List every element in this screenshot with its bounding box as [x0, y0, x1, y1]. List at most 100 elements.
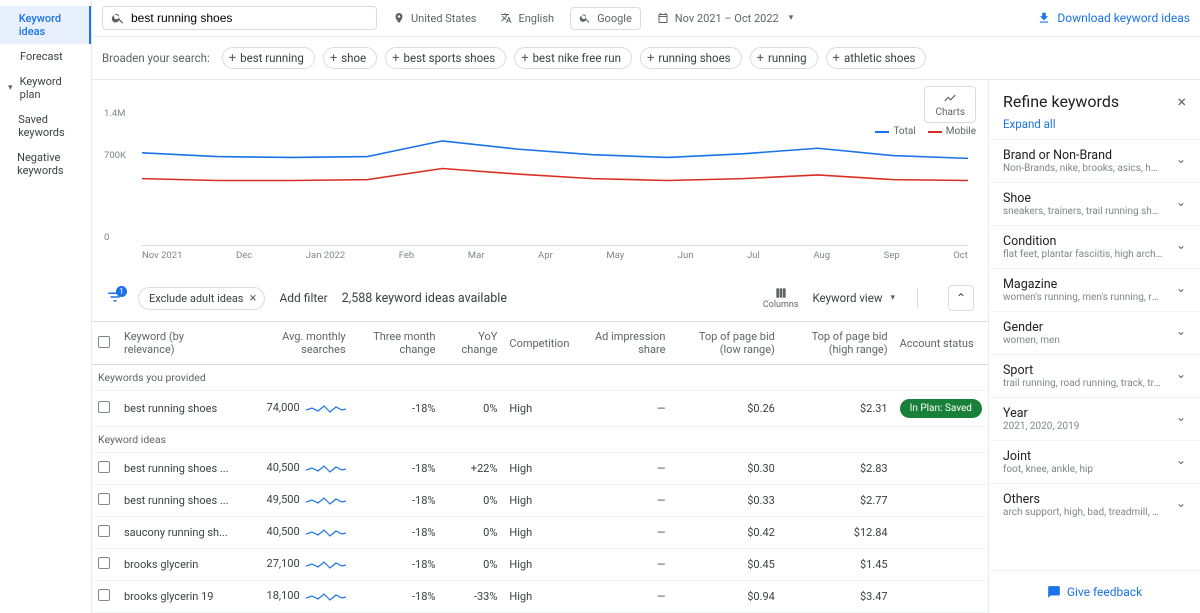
- language-selector[interactable]: English: [492, 8, 562, 29]
- facet-gender[interactable]: Genderwomen, men⌄: [989, 311, 1200, 354]
- cell-keyword: best running shoes: [118, 391, 240, 427]
- table-row[interactable]: best running shoes ...49,500-18%0%High—$…: [92, 485, 988, 517]
- chip-best-sports-shoes[interactable]: +best sports shoes: [385, 47, 506, 69]
- table-row[interactable]: best running shoes ...40,500-18%+22%High…: [92, 453, 988, 485]
- cell-low-bid: $0.45: [671, 549, 780, 581]
- network-selector[interactable]: Google: [570, 7, 641, 30]
- facet-subtitle: foot, knee, ankle, hip: [1003, 464, 1093, 475]
- facet-title: Brand or Non-Brand: [1003, 148, 1163, 163]
- view-selector[interactable]: Keyword view▾: [812, 291, 895, 305]
- nav-saved-keywords[interactable]: Saved keywords: [0, 107, 91, 145]
- cell-high-bid: $1.45: [781, 549, 894, 581]
- col-searches[interactable]: Avg. monthly searches: [240, 322, 351, 365]
- cell-searches: 18,100: [240, 581, 351, 613]
- col-high-bid[interactable]: Top of page bid (high range): [781, 322, 894, 365]
- cell-high-bid: $2.83: [781, 453, 894, 485]
- x-tick: Sep: [884, 250, 900, 261]
- cell-low-bid: $0.94: [671, 581, 780, 613]
- refine-title: Refine keywords: [1003, 92, 1119, 111]
- col-ad-impr[interactable]: Ad impression share: [575, 322, 671, 365]
- section-provided: Keywords you provided: [92, 365, 988, 391]
- y-tick: 1.4M: [104, 108, 125, 119]
- results-toolbar: 1 Exclude adult ideas × Add filter 2,588…: [92, 275, 988, 322]
- facet-others[interactable]: Othersarch support, high, bad, treadmill…: [989, 483, 1200, 526]
- facet-subtitle: arch support, high, bad, treadmill, shoc…: [1003, 507, 1163, 518]
- chip-running-shoes[interactable]: +running shoes: [640, 47, 742, 69]
- select-all-checkbox[interactable]: [98, 336, 110, 348]
- location-selector[interactable]: United States: [385, 8, 484, 29]
- nav-forecast[interactable]: Forecast: [0, 44, 91, 69]
- cell-yoy: 0%: [441, 391, 503, 427]
- search-input[interactable]: [131, 11, 368, 25]
- cell-three-month: -18%: [352, 581, 442, 613]
- refine-panel: Refine keywords × Expand all Brand or No…: [988, 80, 1200, 613]
- close-icon[interactable]: ×: [1177, 92, 1186, 111]
- table-row[interactable]: brooks glycerin27,100-18%0%High—$0.45$1.…: [92, 549, 988, 581]
- x-tick: Mar: [468, 250, 485, 261]
- table-row[interactable]: brooks glycerin 1918,100-18%-33%High—$0.…: [92, 581, 988, 613]
- facet-subtitle: Non-Brands, nike, brooks, asics, hoka: [1003, 163, 1163, 174]
- facet-magazine[interactable]: Magazinewomen's running, men's running, …: [989, 268, 1200, 311]
- collapse-panel-button[interactable]: ⌃: [948, 285, 974, 311]
- chip-shoe[interactable]: +shoe: [323, 47, 377, 69]
- chevron-down-icon: ⌄: [1176, 277, 1186, 295]
- facet-shoe[interactable]: Shoesneakers, trainers, trail running sh…: [989, 182, 1200, 225]
- facet-title: Shoe: [1003, 191, 1163, 206]
- cell-keyword: best running shoes ...: [118, 453, 240, 485]
- give-feedback[interactable]: Give feedback: [989, 570, 1200, 613]
- cell-low-bid: $0.30: [671, 453, 780, 485]
- row-checkbox[interactable]: [98, 493, 110, 505]
- col-low-bid[interactable]: Top of page bid (low range): [671, 322, 780, 365]
- row-checkbox[interactable]: [98, 525, 110, 537]
- chevron-down-icon: ⌄: [1176, 234, 1186, 252]
- row-checkbox[interactable]: [98, 401, 110, 413]
- row-checkbox[interactable]: [98, 557, 110, 569]
- close-icon[interactable]: ×: [250, 291, 257, 306]
- cell-low-bid: $0.26: [671, 391, 780, 427]
- facet-title: Condition: [1003, 234, 1163, 249]
- columns-button[interactable]: Columns: [763, 286, 799, 310]
- facet-joint[interactable]: Jointfoot, knee, ankle, hip⌄: [989, 440, 1200, 483]
- x-tick: Feb: [399, 250, 415, 261]
- table-row[interactable]: best running shoes74,000-18%0%High—$0.26…: [92, 391, 988, 427]
- row-checkbox[interactable]: [98, 461, 110, 473]
- col-keyword[interactable]: Keyword (by relevance): [118, 322, 240, 365]
- cell-status: In Plan: Saved: [894, 391, 988, 427]
- add-filter[interactable]: Add filter: [279, 291, 327, 305]
- download-button[interactable]: Download keyword ideas: [1037, 11, 1190, 25]
- cell-status: [894, 453, 988, 485]
- nav-keyword-plan[interactable]: ▾Keyword plan: [0, 69, 91, 107]
- facet-title: Year: [1003, 406, 1079, 421]
- x-tick: May: [606, 250, 624, 261]
- col-yoy[interactable]: YoY change: [441, 322, 503, 365]
- nav-keyword-ideas[interactable]: Keyword ideas: [0, 6, 91, 44]
- date-range-selector[interactable]: Nov 2021 – Oct 2022 ▾: [649, 8, 801, 29]
- chevron-down-icon: ⌄: [1176, 363, 1186, 381]
- chip-athletic-shoes[interactable]: +athletic shoes: [826, 47, 927, 69]
- cell-three-month: -18%: [352, 391, 442, 427]
- chip-best-nike-free-run[interactable]: +best nike free run: [514, 47, 632, 69]
- x-tick: Jan 2022: [306, 250, 345, 261]
- facet-subtitle: flat feet, plantar fasciitis, high arche…: [1003, 249, 1163, 260]
- exclude-adult-pill[interactable]: Exclude adult ideas ×: [138, 287, 265, 310]
- search-input-wrap[interactable]: [102, 6, 377, 30]
- row-checkbox[interactable]: [98, 589, 110, 601]
- nav-negative-keywords[interactable]: Negative keywords: [0, 145, 91, 183]
- facet-year[interactable]: Year2021, 2020, 2019⌄: [989, 397, 1200, 440]
- cell-keyword: best running shoes ...: [118, 485, 240, 517]
- chip-running[interactable]: +running: [750, 47, 818, 69]
- facet-sport[interactable]: Sporttrail running, road running, track,…: [989, 354, 1200, 397]
- facet-condition[interactable]: Conditionflat feet, plantar fasciitis, h…: [989, 225, 1200, 268]
- col-account[interactable]: Account status: [894, 322, 988, 365]
- cell-status: [894, 485, 988, 517]
- ideas-count: 2,588 keyword ideas available: [342, 291, 507, 306]
- col-competition[interactable]: Competition: [503, 322, 575, 365]
- chip-best-running[interactable]: +best running: [222, 47, 315, 69]
- cell-keyword: brooks glycerin: [118, 549, 240, 581]
- section-ideas: Keyword ideas: [92, 427, 988, 453]
- facet-brand-or-non-brand[interactable]: Brand or Non-BrandNon-Brands, nike, broo…: [989, 139, 1200, 182]
- expand-all[interactable]: Expand all: [989, 117, 1200, 139]
- filter-button[interactable]: 1: [106, 288, 124, 309]
- col-three-month[interactable]: Three month change: [352, 322, 442, 365]
- x-tick: Dec: [236, 250, 252, 261]
